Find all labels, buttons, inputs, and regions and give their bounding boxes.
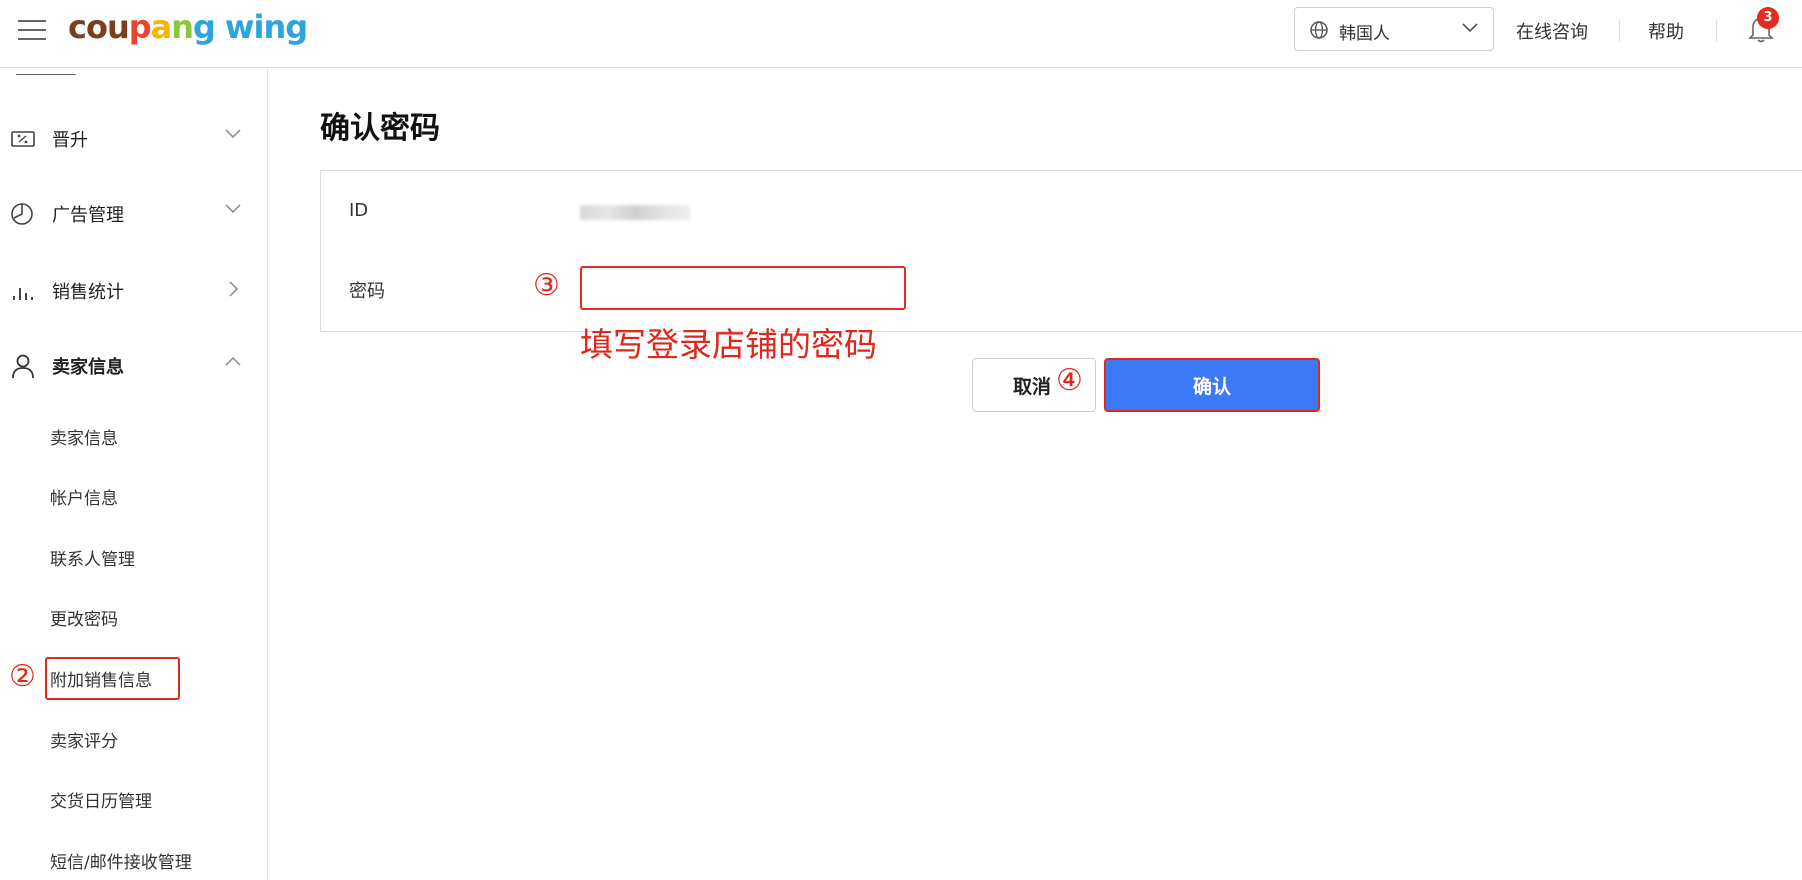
sidebar-subitem-delivery-calendar[interactable]: 交货日历管理 — [50, 787, 152, 812]
online-consult-link[interactable]: 在线咨询 — [1516, 18, 1588, 44]
cut-off-menu-item — [16, 68, 76, 75]
sidebar: 晋升 广告管理 销售统计 卖家信息 卖家信息 帐户信息 联系人管理 更改密码 附… — [0, 68, 268, 880]
chevron-right-icon — [229, 281, 239, 297]
top-header: coupang wing 韩国人 在线咨询 帮助 3 — [0, 0, 1802, 68]
sidebar-subitem-sms-email-settings[interactable]: 短信/邮件接收管理 — [50, 848, 192, 873]
sidebar-subitem-contact-management[interactable]: 联系人管理 — [50, 545, 135, 570]
id-label: ID — [349, 200, 369, 221]
sidebar-subitem-seller-rating[interactable]: 卖家评分 — [50, 727, 118, 752]
annotation-step-4: ④ — [1056, 363, 1083, 398]
header-divider — [1716, 20, 1717, 42]
language-label: 韩国人 — [1339, 24, 1390, 44]
coupang-wing-logo[interactable]: coupang wing — [68, 8, 308, 46]
sidebar-subitem-seller-info[interactable]: 卖家信息 — [50, 424, 118, 449]
language-select[interactable]: 韩国人 — [1294, 7, 1494, 51]
sidebar-subitem-account-info[interactable]: 帐户信息 — [50, 484, 118, 509]
notification-badge: 3 — [1757, 7, 1779, 29]
password-form-panel — [320, 170, 1802, 332]
chevron-down-icon — [225, 129, 241, 139]
annotation-step-2: ② — [9, 659, 36, 694]
chevron-down-icon — [225, 204, 241, 214]
ticket-icon — [11, 131, 35, 147]
sidebar-item-label: 卖家信息 — [52, 357, 124, 378]
pie-clock-icon — [11, 203, 33, 225]
page-title: 确认密码 — [320, 111, 440, 146]
sidebar-item-label: 销售统计 — [52, 282, 124, 303]
annotation-highlight-box — [45, 657, 180, 700]
annotation-hint: 填写登录店铺的密码 — [580, 325, 877, 364]
sidebar-item-promotion[interactable]: 晋升 — [0, 118, 267, 158]
chevron-up-icon — [225, 356, 241, 366]
sidebar-item-label: 晋升 — [52, 130, 88, 151]
annotation-step-3: ③ — [533, 268, 560, 303]
hamburger-menu-icon[interactable] — [18, 20, 46, 42]
password-label: 密码 — [349, 281, 385, 302]
globe-icon — [1310, 21, 1328, 39]
id-value-blurred — [580, 205, 690, 220]
sidebar-item-ads[interactable]: 广告管理 — [0, 193, 267, 233]
sidebar-item-sales-stats[interactable]: 销售统计 — [0, 270, 267, 310]
sidebar-item-seller-info[interactable]: 卖家信息 — [0, 345, 267, 385]
password-input[interactable] — [580, 266, 906, 310]
user-icon — [12, 354, 34, 379]
sidebar-subitem-change-password[interactable]: 更改密码 — [50, 605, 118, 630]
help-link[interactable]: 帮助 — [1648, 18, 1684, 44]
sidebar-item-label: 广告管理 — [52, 205, 124, 226]
confirm-button[interactable]: 确认 — [1104, 358, 1320, 412]
bar-chart-icon — [13, 288, 33, 300]
header-divider — [1619, 20, 1620, 42]
chevron-down-icon — [1462, 23, 1478, 33]
